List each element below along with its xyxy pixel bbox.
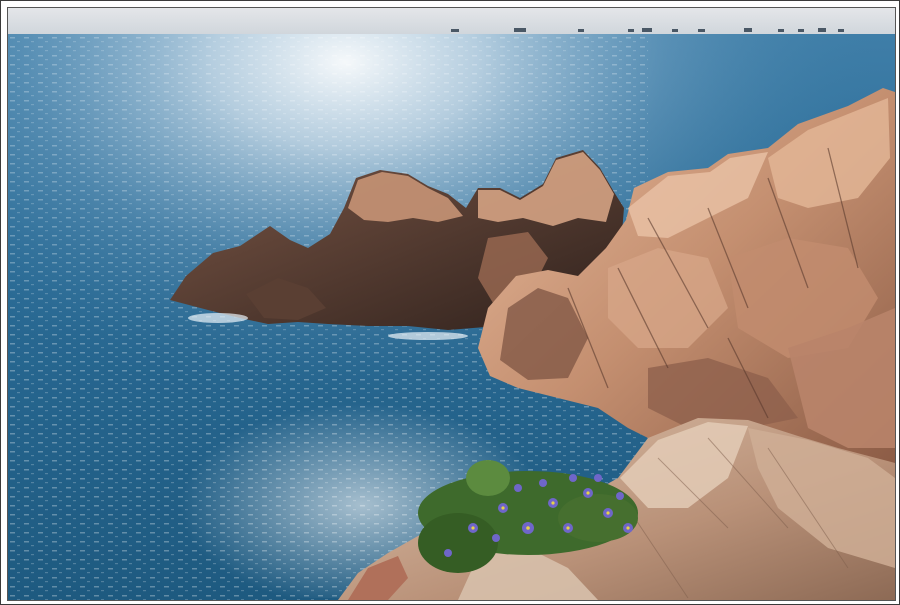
photograph — [7, 7, 896, 601]
photo-frame — [0, 0, 900, 605]
coastal-scene — [8, 8, 895, 600]
